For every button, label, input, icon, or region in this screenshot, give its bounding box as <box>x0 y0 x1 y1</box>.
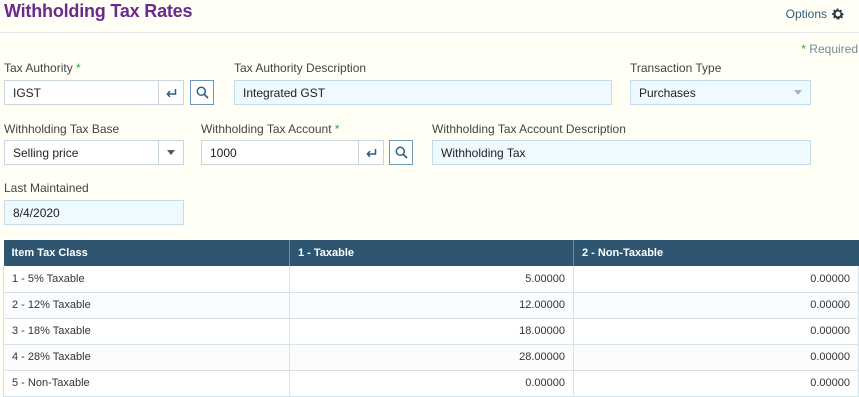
enter-icon[interactable] <box>159 81 183 104</box>
item-tax-class-cell[interactable]: 3 - 18% Taxable <box>3 318 290 345</box>
gear-icon <box>832 8 844 20</box>
non-taxable-rate-cell[interactable]: 0.00000 <box>573 344 859 371</box>
non-taxable-rate-cell[interactable]: 0.00000 <box>573 266 859 293</box>
taxable-rate-cell[interactable]: 12.00000 <box>289 292 574 319</box>
tax-authority-value: IGST <box>13 85 42 100</box>
table-row[interactable]: 1 - 5% Taxable 5.00000 0.00000 <box>3 266 859 293</box>
item-tax-class-cell[interactable]: 1 - 5% Taxable <box>3 266 290 293</box>
tax-authority-field[interactable]: IGST <box>4 80 184 105</box>
last-maintained-label: Last Maintained <box>4 181 89 195</box>
grid-header-row: Item Tax Class 1 - Taxable 2 - Non-Taxab… <box>3 240 859 266</box>
table-row[interactable]: 4 - 28% Taxable 28.00000 0.00000 <box>3 344 859 371</box>
withholding-tax-account-label: Withholding Tax Account * <box>201 122 340 136</box>
taxable-rate-cell[interactable]: 0.00000 <box>289 370 574 397</box>
non-taxable-rate-cell[interactable]: 0.00000 <box>573 292 859 319</box>
chevron-down-icon[interactable] <box>159 141 183 164</box>
column-header-non-taxable[interactable]: 2 - Non-Taxable <box>573 240 859 266</box>
item-tax-class-cell[interactable]: 2 - 12% Taxable <box>3 292 290 319</box>
taxable-rate-cell[interactable]: 28.00000 <box>289 344 574 371</box>
taxable-rate-cell[interactable]: 5.00000 <box>289 266 574 293</box>
last-maintained-field: 8/4/2020 <box>4 200 184 225</box>
title-divider <box>0 32 859 33</box>
required-note: * Required <box>801 42 858 56</box>
table-row[interactable]: 5 - Non-Taxable 0.00000 0.00000 <box>3 370 859 397</box>
withholding-tax-base-label: Withholding Tax Base <box>4 122 120 136</box>
transaction-type-select[interactable]: Purchases <box>630 80 811 105</box>
non-taxable-rate-cell[interactable]: 0.00000 <box>573 318 859 345</box>
tax-authority-search-button[interactable] <box>190 80 214 105</box>
enter-icon[interactable] <box>359 141 383 164</box>
tax-authority-label: Tax Authority * <box>4 61 81 75</box>
withholding-tax-account-description-field: Withholding Tax <box>432 140 811 165</box>
options-label: Options <box>785 7 827 21</box>
tax-rates-grid: Item Tax Class 1 - Taxable 2 - Non-Taxab… <box>3 240 859 397</box>
item-tax-class-cell[interactable]: 5 - Non-Taxable <box>3 370 290 397</box>
withholding-tax-base-select[interactable]: Selling price <box>4 140 184 165</box>
page-title: Withholding Tax Rates <box>4 1 193 21</box>
withholding-tax-account-description-label: Withholding Tax Account Description <box>432 122 626 136</box>
transaction-type-label: Transaction Type <box>630 61 722 75</box>
taxable-rate-cell[interactable]: 18.00000 <box>289 318 574 345</box>
table-row[interactable]: 3 - 18% Taxable 18.00000 0.00000 <box>3 318 859 345</box>
withholding-tax-account-search-button[interactable] <box>389 140 413 165</box>
options-menu[interactable]: Options <box>786 7 845 21</box>
withholding-tax-account-field[interactable]: 1000 <box>201 140 384 165</box>
item-tax-class-cell[interactable]: 4 - 28% Taxable <box>3 344 290 371</box>
search-icon <box>196 86 209 99</box>
column-header-item-tax-class[interactable]: Item Tax Class <box>3 240 290 266</box>
search-icon <box>395 146 408 159</box>
column-header-taxable[interactable]: 1 - Taxable <box>289 240 574 266</box>
tax-authority-description-label: Tax Authority Description <box>234 61 367 75</box>
non-taxable-rate-cell[interactable]: 0.00000 <box>573 370 859 397</box>
table-row[interactable]: 2 - 12% Taxable 12.00000 0.00000 <box>3 292 859 319</box>
chevron-down-icon[interactable] <box>786 81 810 104</box>
tax-authority-description-field: Integrated GST <box>234 80 612 105</box>
